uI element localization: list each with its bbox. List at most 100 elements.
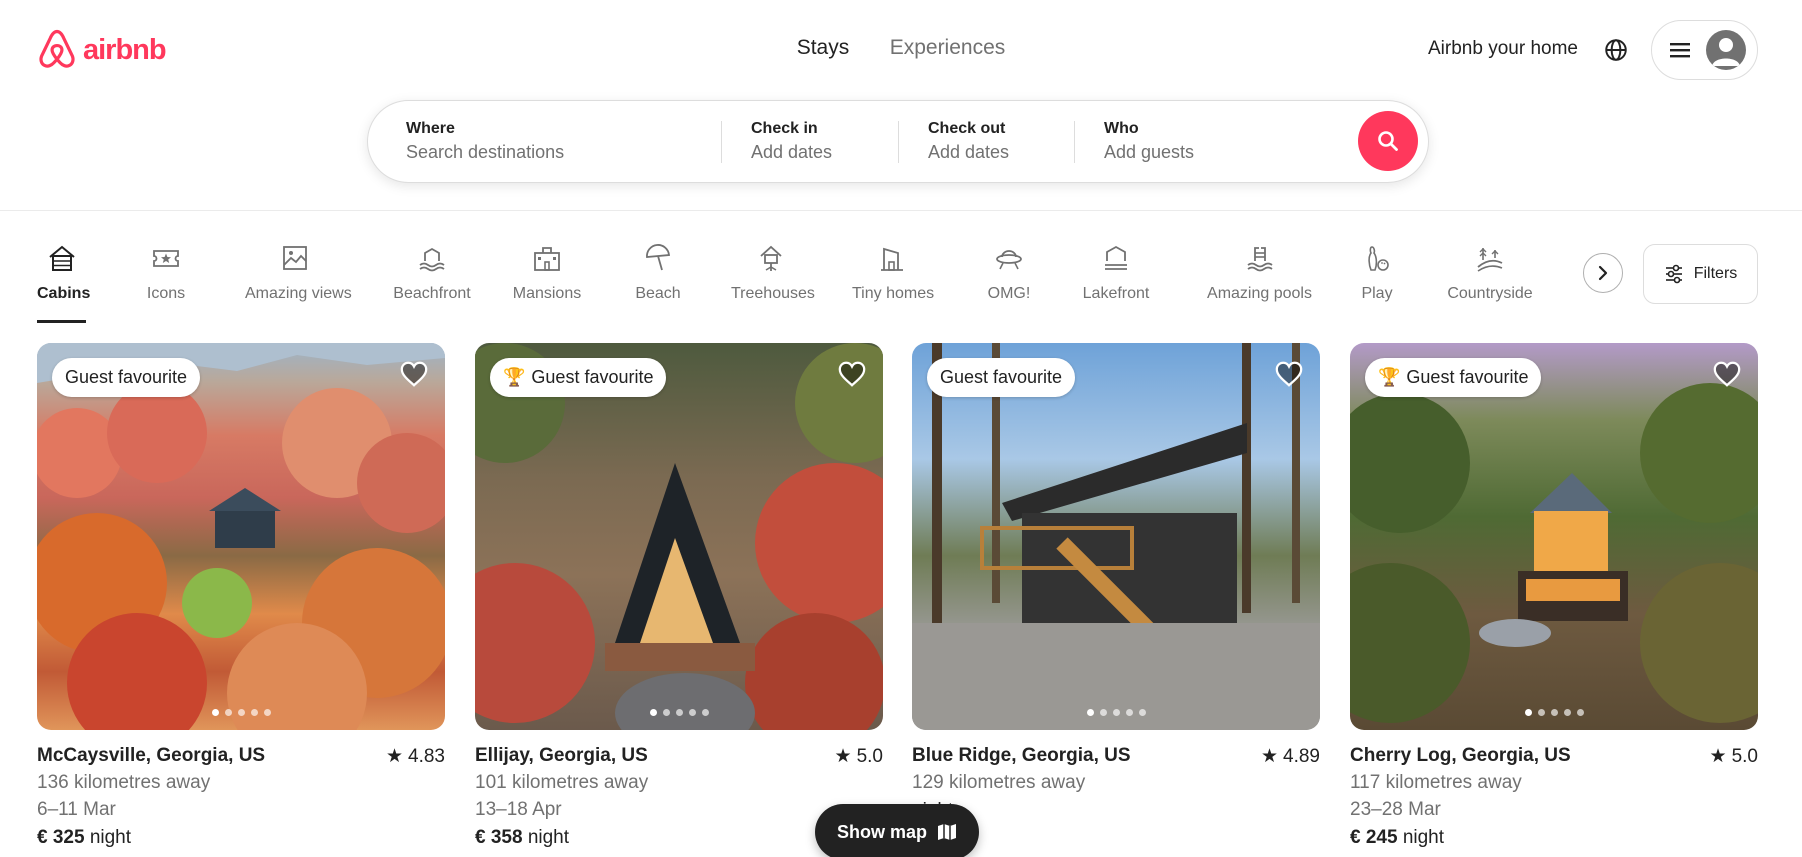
listing-info: Cherry Log, Georgia, US ★ 5.0 117 kilomet…: [1350, 745, 1758, 849]
price-unit: night: [527, 827, 570, 848]
where-placeholder: Search destinations: [406, 142, 565, 162]
listing-photo[interactable]: 🏆 Guest favourite: [475, 343, 883, 730]
mansion-icon: [534, 247, 560, 271]
rating-value: 5.0: [856, 745, 883, 767]
listing-rating: ★ 4.83: [386, 745, 445, 768]
listing-photo[interactable]: Guest favourite: [912, 343, 1320, 730]
category-bar: Cabins Icons Amazing views Beachfront Ma…: [37, 243, 1537, 323]
treehouse-icon: [760, 245, 782, 271]
cabin-icon: [48, 245, 75, 271]
bowling-icon: [1368, 246, 1389, 271]
heart-icon[interactable]: [1712, 359, 1742, 389]
who-label: Who: [1104, 120, 1139, 137]
listing-card[interactable]: 🏆 Guest favourite Ellijay, Georgia, US ★ 5…: [475, 343, 883, 849]
tiny-home-icon: [881, 247, 903, 271]
listing-card[interactable]: Guest favourite Blue Ridge, Georgia, US …: [912, 343, 1320, 822]
category-amazing-pools[interactable]: Amazing pools: [1192, 243, 1327, 303]
listing-price: € 245 night: [1350, 827, 1758, 849]
tab-stays[interactable]: Stays: [797, 36, 850, 60]
listing-location: Ellijay, Georgia, US: [475, 745, 648, 766]
category-label: OMG!: [987, 285, 1031, 302]
category-label: Play: [1361, 285, 1393, 302]
category-lakefront[interactable]: Lakefront: [1081, 243, 1151, 303]
header: airbnb Stays Experiences Airbnb your hom…: [0, 0, 1802, 211]
photo-dots: [475, 709, 883, 716]
check-in-label: Check in: [751, 120, 818, 137]
lit-cabin-image: [1350, 383, 1758, 723]
price-unit: night: [89, 827, 132, 848]
search-icon: [1378, 131, 1398, 151]
show-map-button[interactable]: Show map: [815, 804, 979, 857]
avatar-icon: [1706, 30, 1746, 70]
listing-info: Blue Ridge, Georgia, US ★ 4.89 129 kilome…: [912, 745, 1320, 822]
listing-dates: 6–11 Mar: [37, 799, 116, 820]
category-label: Beachfront: [393, 285, 471, 302]
star-icon: ★: [1260, 746, 1279, 767]
star-icon: ★: [834, 746, 852, 767]
category-cabins[interactable]: Cabins: [37, 243, 91, 303]
category-label: Amazing views: [245, 285, 352, 302]
category-omg[interactable]: OMG!: [986, 243, 1032, 303]
filters-button[interactable]: Filters: [1643, 244, 1758, 304]
badge-label: Guest favourite: [940, 367, 1063, 387]
listing-card[interactable]: 🏆 Guest favourite Cherry Log, Georgia, US…: [1350, 343, 1758, 849]
listing-card[interactable]: Guest favourite McCaysville, Georgia, US…: [37, 343, 445, 849]
chevron-right-icon: [1598, 265, 1608, 281]
where-field[interactable]: Where Search destinations: [406, 120, 564, 163]
search-button[interactable]: [1358, 111, 1418, 171]
listing-location: Cherry Log, Georgia, US: [1350, 745, 1571, 766]
beachfront-icon: [419, 247, 445, 272]
search-divider: [898, 121, 899, 163]
badge-label: Guest favourite: [65, 367, 188, 387]
photo-dots: [37, 709, 445, 716]
photo-dots: [912, 709, 1320, 716]
check-out-field[interactable]: Check out Add dates: [928, 120, 1009, 163]
category-icons[interactable]: Icons: [136, 243, 196, 303]
category-mansions[interactable]: Mansions: [512, 243, 582, 303]
user-menu-button[interactable]: [1651, 20, 1758, 80]
category-play[interactable]: Play: [1357, 243, 1397, 303]
category-label: Mansions: [512, 285, 582, 302]
listing-photo[interactable]: Guest favourite: [37, 343, 445, 730]
listing-distance: 136 kilometres away: [37, 772, 211, 793]
globe-icon[interactable]: [1603, 37, 1629, 63]
category-countryside[interactable]: Countryside: [1446, 243, 1534, 303]
rating-value: 4.83: [408, 745, 445, 767]
photo-dots: [1350, 709, 1758, 716]
search-bar: Where Search destinations Check in Add d…: [367, 100, 1429, 183]
listing-info: McCaysville, Georgia, US ★ 4.83 136 kilom…: [37, 745, 445, 849]
star-icon: ★: [1709, 746, 1727, 767]
listing-rating: ★ 5.0: [1710, 745, 1758, 768]
badge-label: Guest favourite: [531, 367, 654, 387]
category-label: Cabins: [37, 285, 91, 302]
ufo-icon: [996, 250, 1022, 270]
airbnb-your-home-link[interactable]: Airbnb your home: [1428, 38, 1578, 60]
where-label: Where: [406, 120, 455, 137]
categories-next-button[interactable]: [1583, 253, 1623, 293]
category-tiny-homes[interactable]: Tiny homes: [852, 243, 934, 303]
category-beach[interactable]: Beach: [633, 243, 683, 303]
category-label: Beach: [635, 285, 681, 302]
listing-rating: ★ 5.0: [835, 745, 883, 768]
price-value: € 325: [37, 827, 85, 848]
heart-icon[interactable]: [399, 359, 429, 389]
category-label: Lakefront: [1082, 285, 1150, 302]
active-category-underline: [37, 320, 86, 323]
listing-distance: 117 kilometres away: [1350, 772, 1522, 793]
category-beachfront[interactable]: Beachfront: [392, 243, 472, 303]
category-amazing-views[interactable]: Amazing views: [245, 243, 352, 303]
who-field[interactable]: Who Add guests: [1104, 120, 1194, 163]
price-value: € 358: [475, 827, 523, 848]
heart-icon[interactable]: [1274, 359, 1304, 389]
heart-icon[interactable]: [837, 359, 867, 389]
guest-favourite-badge: Guest favourite: [927, 358, 1076, 397]
price-value: € 245: [1350, 827, 1398, 848]
category-treehouses[interactable]: Treehouses: [731, 243, 815, 303]
category-label: Countryside: [1447, 285, 1533, 302]
listing-photo[interactable]: 🏆 Guest favourite: [1350, 343, 1758, 730]
check-in-field[interactable]: Check in Add dates: [751, 120, 832, 163]
tab-experiences[interactable]: Experiences: [890, 36, 1006, 60]
pool-icon: [1246, 247, 1273, 272]
guest-favourite-badge: 🏆 Guest favourite: [1365, 358, 1542, 397]
guest-favourite-badge: Guest favourite: [52, 358, 201, 397]
